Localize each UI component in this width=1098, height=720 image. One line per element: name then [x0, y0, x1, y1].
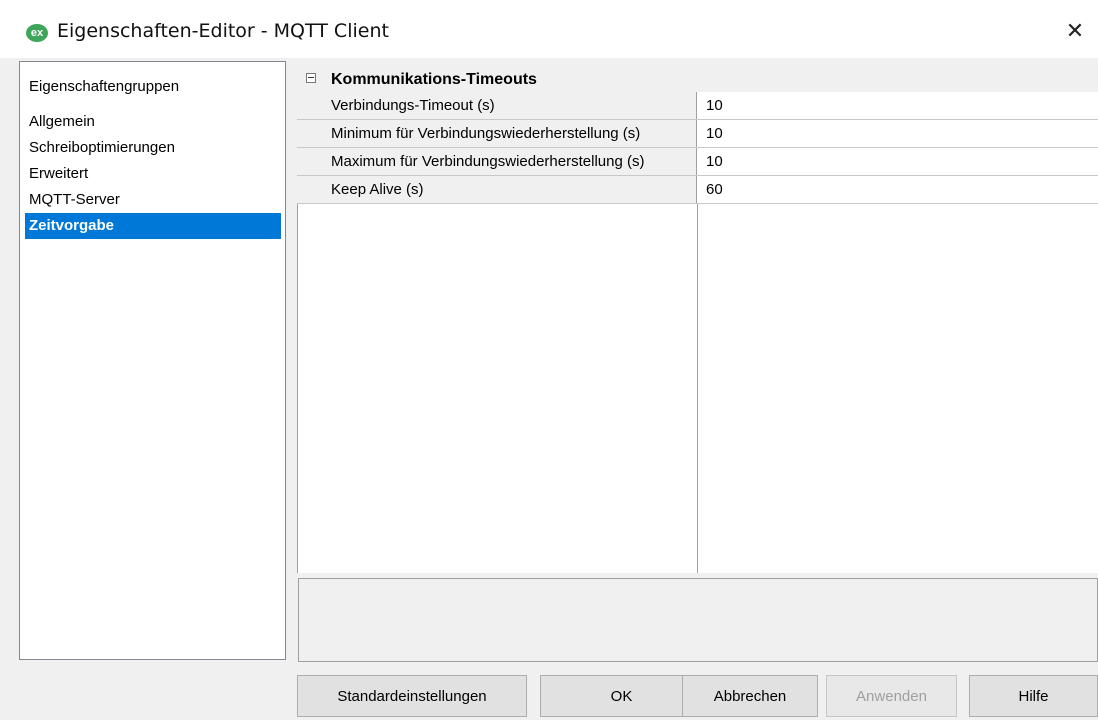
app-ex-icon: ex [26, 24, 48, 42]
sidebar-item-schreiboptimierungen[interactable]: Schreiboptimierungen [25, 135, 281, 161]
apply-button[interactable]: Anwenden [826, 675, 957, 717]
property-groups-header: Eigenschaftengruppen [29, 78, 180, 95]
sidebar-item-allgemein[interactable]: Allgemein [25, 109, 281, 135]
close-button[interactable]: ✕ [1052, 10, 1098, 52]
collapse-toggle-icon[interactable] [306, 73, 316, 83]
property-name: Maximum für Verbindungswiederherstellung… [331, 153, 645, 170]
title-bar: ex Eigenschaften-Editor - MQTT Client ✕ [0, 0, 1098, 58]
property-name: Minimum für Verbindungswiederherstellung… [331, 125, 641, 142]
property-value-cell[interactable]: 10 [698, 120, 1098, 147]
sidebar-item-erweitert[interactable]: Erweitert [25, 161, 281, 187]
property-name-cell: Maximum für Verbindungswiederherstellung… [297, 148, 697, 175]
property-value-cell[interactable]: 60 [698, 176, 1098, 203]
category-label: Kommunikations-Timeouts [331, 71, 537, 88]
cancel-button[interactable]: Abbrechen [682, 675, 818, 717]
description-panel [298, 578, 1098, 662]
property-name-cell: Verbindungs-Timeout (s) [297, 92, 697, 119]
property-row[interactable]: Verbindungs-Timeout (s) 10 [297, 92, 1098, 120]
property-value: 10 [706, 153, 723, 170]
property-name: Keep Alive (s) [331, 181, 424, 198]
category-row[interactable]: Kommunikations-Timeouts [297, 67, 1098, 93]
defaults-button[interactable]: Standardeinstellungen [297, 675, 527, 717]
sidebar-item-zeitvorgabe[interactable]: Zeitvorgabe [25, 213, 281, 239]
sidebar-item-mqtt-server[interactable]: MQTT-Server [25, 187, 281, 213]
ok-button[interactable]: OK [540, 675, 703, 717]
property-value-cell[interactable]: 10 [698, 148, 1098, 175]
property-value-cell[interactable]: 10 [698, 92, 1098, 119]
window-title: Eigenschaften-Editor - MQTT Client [57, 20, 389, 42]
property-value: 10 [706, 97, 723, 114]
property-row[interactable]: Maximum für Verbindungswiederherstellung… [297, 148, 1098, 176]
property-name: Verbindungs-Timeout (s) [331, 97, 495, 114]
property-name-cell: Minimum für Verbindungswiederherstellung… [297, 120, 697, 147]
property-name-cell: Keep Alive (s) [297, 176, 697, 203]
property-row[interactable]: Keep Alive (s) 60 [297, 176, 1098, 204]
property-value: 60 [706, 181, 723, 198]
help-button[interactable]: Hilfe [969, 675, 1098, 717]
property-value: 10 [706, 125, 723, 142]
property-groups-list: Allgemein Schreiboptimierungen Erweitert… [25, 109, 281, 239]
grid-column-divider [697, 204, 698, 573]
property-row[interactable]: Minimum für Verbindungswiederherstellung… [297, 120, 1098, 148]
property-groups-panel: Eigenschaftengruppen Allgemein Schreibop… [19, 61, 286, 660]
property-grid: Kommunikations-Timeouts Verbindungs-Time… [297, 67, 1098, 573]
